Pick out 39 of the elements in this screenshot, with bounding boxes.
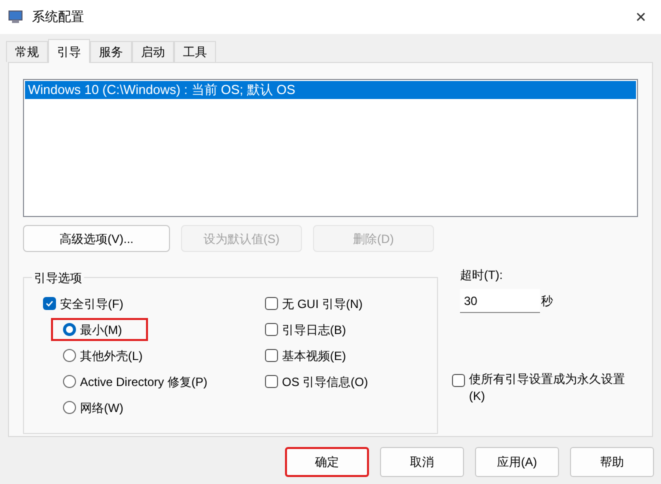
window-title: 系统配置 bbox=[32, 8, 84, 26]
checkmark-icon bbox=[45, 299, 54, 308]
option-label: 基本视频(E) bbox=[282, 348, 346, 364]
tab[interactable]: 工具 bbox=[174, 41, 216, 62]
checked-checkbox[interactable] bbox=[43, 297, 56, 310]
list-action-button[interactable]: 高级选项(V)... bbox=[23, 225, 170, 252]
option-label: 引导日志(B) bbox=[282, 322, 346, 338]
radio-button[interactable] bbox=[63, 401, 76, 414]
option-label: Active Directory 修复(P) bbox=[80, 374, 208, 390]
monitor-icon bbox=[8, 9, 24, 25]
list-item[interactable]: Windows 10 (C:\Windows) : 当前 OS; 默认 OS bbox=[25, 81, 636, 99]
option-label: OS 引导信息(O) bbox=[282, 374, 368, 390]
option-label: 网络(W) bbox=[80, 400, 124, 416]
radio-button[interactable] bbox=[63, 349, 76, 362]
option-label: 其他外壳(L) bbox=[80, 348, 143, 364]
timeout-field[interactable]: 30 bbox=[460, 289, 540, 313]
tab[interactable]: 启动 bbox=[132, 41, 174, 62]
option-label: 无 GUI 引导(N) bbox=[282, 296, 363, 312]
checkbox[interactable] bbox=[265, 323, 278, 336]
dialog-button[interactable]: 取消 bbox=[380, 447, 464, 477]
dialog-button[interactable]: 确定 bbox=[285, 447, 369, 477]
close-button[interactable]: ✕ bbox=[621, 2, 661, 32]
checkbox[interactable] bbox=[265, 349, 278, 362]
checkbox[interactable] bbox=[452, 374, 465, 387]
dialog-button[interactable]: 应用(A) bbox=[475, 447, 559, 477]
radio-button[interactable] bbox=[63, 375, 76, 388]
tab[interactable]: 引导 bbox=[48, 39, 90, 63]
radio-button[interactable] bbox=[63, 323, 76, 336]
option-label: 安全引导(F) bbox=[60, 296, 124, 312]
permanent-label: 使所有引导设置成为永久设置 (K) bbox=[469, 371, 626, 405]
unit-label: 秒 bbox=[541, 293, 553, 310]
checkbox[interactable] bbox=[265, 375, 278, 388]
timeout-label: 超时(T): bbox=[460, 267, 504, 284]
group-title: 引导选项 bbox=[32, 269, 84, 287]
dialog-button[interactable]: 帮助 bbox=[570, 447, 654, 477]
checkbox[interactable] bbox=[265, 297, 278, 310]
option-label: 最小(M) bbox=[80, 322, 122, 338]
tab[interactable]: 服务 bbox=[90, 41, 132, 62]
tab[interactable]: 常规 bbox=[6, 41, 48, 62]
